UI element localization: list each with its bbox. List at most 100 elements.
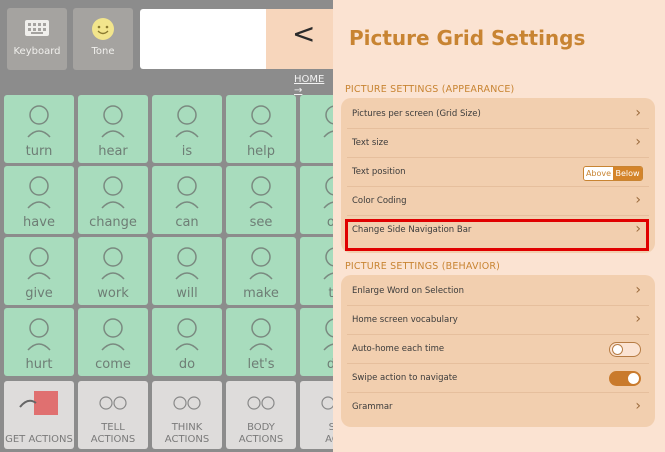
word-label: help (246, 144, 276, 159)
chevron-right-icon: › (635, 282, 641, 298)
back-chevron-icon[interactable]: < (292, 20, 315, 48)
above-option[interactable]: Above (584, 167, 613, 180)
highlight-box (345, 219, 649, 251)
aac-board-dimmed: Keyboard Tone < HOME → turn hear is help hav… (0, 0, 333, 452)
symbol-icon (175, 105, 199, 138)
word-cell[interactable]: hurt (4, 308, 74, 376)
pictogram-icon (323, 176, 333, 209)
row-label: Swipe action to navigate (352, 373, 458, 383)
pictogram-icon (27, 318, 51, 351)
word-label: give (25, 286, 53, 301)
word-label: can (175, 215, 199, 230)
row-label: Home screen vocabulary (352, 315, 458, 325)
word-cell[interactable]: is (152, 95, 222, 163)
chevron-right-icon: › (635, 311, 641, 327)
appearance-section-header: PICTURE SETTINGS (APPEARANCE) (345, 84, 515, 95)
grid-size-row[interactable]: Pictures per screen (Grid Size) › (341, 100, 655, 129)
action-label: THINK ACTIONS (164, 422, 210, 445)
color-coding-row[interactable]: Color Coding › (341, 187, 655, 216)
word-cell[interactable]: see (226, 166, 296, 234)
auto-home-row: Auto-home each time (341, 335, 655, 364)
behavior-group: Enlarge Word on Selection › Home screen … (341, 275, 655, 427)
word-label: have (23, 215, 55, 230)
word-cell[interactable]: change (78, 166, 148, 234)
word-label: do (326, 357, 333, 372)
word-label: change (89, 215, 137, 230)
word-cell[interactable]: work (78, 237, 148, 305)
pictogram-icon (323, 318, 333, 351)
word-cell[interactable]: do (300, 308, 333, 376)
word-label: hear (98, 144, 128, 159)
action-pictogram-icon (247, 396, 275, 410)
action-pictogram-icon (173, 396, 201, 410)
word-cell[interactable]: make (226, 237, 296, 305)
pictogram-icon (249, 105, 273, 138)
word-label: make (243, 286, 279, 301)
word-cell[interactable] (300, 95, 333, 163)
pictogram-icon (323, 247, 333, 280)
behavior-section-header: PICTURE SETTINGS (BEHAVIOR) (345, 261, 501, 272)
row-label: Pictures per screen (Grid Size) (352, 109, 481, 119)
action-category-button[interactable]: TELL ACTIONS (78, 381, 148, 449)
word-cell[interactable]: have (4, 166, 74, 234)
word-cell[interactable]: help (226, 95, 296, 163)
swipe-action-toggle[interactable] (609, 371, 641, 386)
row-label: Grammar (352, 402, 393, 412)
below-option[interactable]: Below (613, 167, 642, 180)
word-cell[interactable]: come (78, 308, 148, 376)
pictogram-icon (101, 176, 125, 209)
pictogram-icon (27, 247, 51, 280)
word-cell[interactable]: hear (78, 95, 148, 163)
symbol-icon (175, 176, 199, 209)
chevron-right-icon: › (635, 192, 641, 208)
action-label: SE ACT (325, 422, 333, 445)
word-label: turn (25, 144, 53, 159)
message-bar[interactable] (140, 9, 270, 69)
text-position-row: Text position Above Below (341, 158, 655, 187)
row-label: Text size (352, 138, 389, 148)
action-category-button[interactable]: SE ACT (300, 381, 333, 449)
tone-label: Tone (91, 46, 115, 57)
pictogram-icon (101, 105, 125, 138)
chevron-right-icon: › (635, 398, 641, 414)
chevron-right-icon: › (635, 105, 641, 121)
row-label: Text position (352, 167, 406, 177)
action-category-button[interactable]: GET ACTIONS (4, 381, 74, 449)
pictogram-icon (101, 318, 125, 351)
home-breadcrumb[interactable]: HOME → (294, 74, 333, 96)
grammar-row[interactable]: Grammar › (341, 393, 655, 422)
tone-button[interactable]: Tone (73, 8, 133, 70)
text-size-row[interactable]: Text size › (341, 129, 655, 158)
action-category-button[interactable]: THINK ACTIONS (152, 381, 222, 449)
row-label: Color Coding (352, 196, 407, 206)
word-label: let's (247, 357, 275, 372)
pictogram-icon (27, 176, 51, 209)
action-category-button[interactable]: BODY ACTIONS (226, 381, 296, 449)
word-cell[interactable]: op (300, 166, 333, 234)
word-cell[interactable]: will (152, 237, 222, 305)
word-cell[interactable]: let's (226, 308, 296, 376)
swipe-action-row: Swipe action to navigate (341, 364, 655, 393)
home-vocab-row[interactable]: Home screen vocabulary › (341, 306, 655, 335)
action-pictogram-icon (321, 396, 333, 410)
word-cell[interactable]: turn (4, 95, 74, 163)
text-position-segmented: Above Below (583, 166, 643, 181)
action-pictogram-icon (99, 396, 127, 410)
keyboard-button[interactable]: Keyboard (7, 8, 67, 70)
word-cell[interactable]: th (300, 237, 333, 305)
word-cell[interactable]: give (4, 237, 74, 305)
word-cell[interactable]: can (152, 166, 222, 234)
keyboard-label: Keyboard (13, 46, 61, 57)
smiley-icon (92, 18, 114, 40)
word-label: will (176, 286, 198, 301)
pictogram-icon (323, 105, 333, 138)
enlarge-word-row[interactable]: Enlarge Word on Selection › (341, 277, 655, 306)
action-label: GET ACTIONS (5, 434, 73, 445)
action-label: BODY ACTIONS (238, 422, 284, 445)
auto-home-toggle[interactable] (609, 342, 641, 357)
word-label: hurt (25, 357, 53, 372)
keyboard-icon (25, 20, 49, 36)
word-cell[interactable]: do (152, 308, 222, 376)
chevron-right-icon: › (635, 134, 641, 150)
pictogram-icon (249, 176, 273, 209)
